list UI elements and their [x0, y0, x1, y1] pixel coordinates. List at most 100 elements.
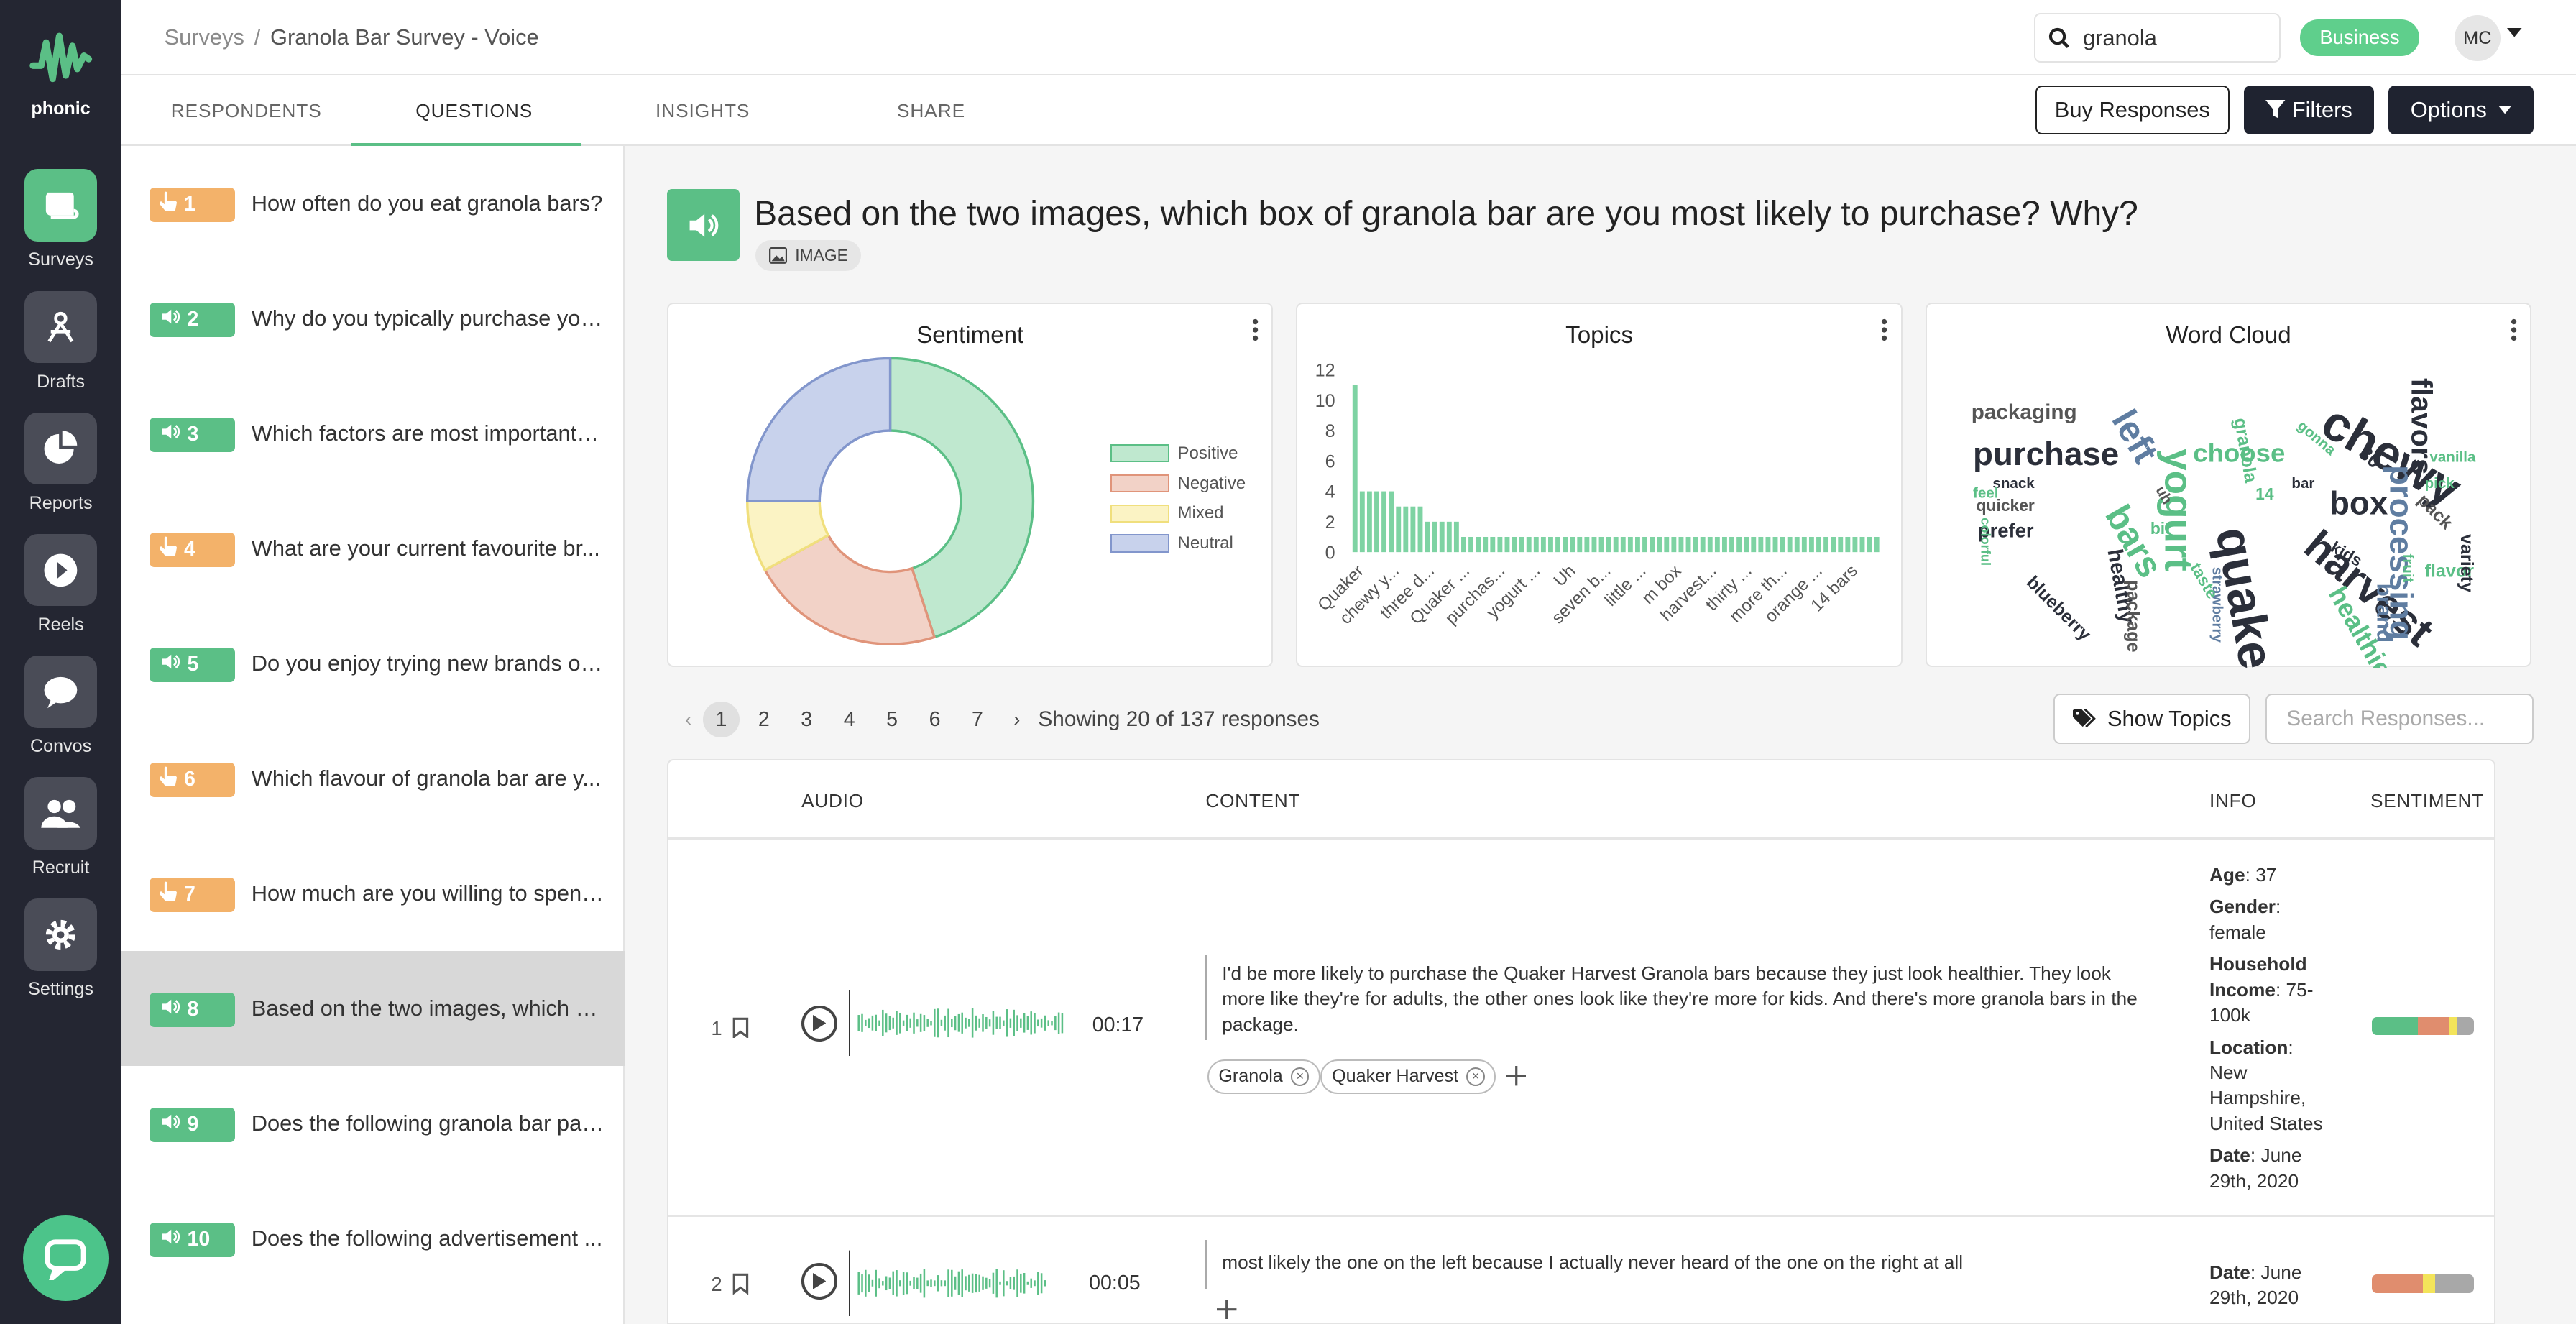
add-tag-icon[interactable] — [1506, 1066, 1527, 1086]
topic-bar[interactable] — [1751, 536, 1757, 552]
topic-bar[interactable] — [1497, 536, 1503, 552]
topic-bar[interactable] — [1563, 536, 1568, 552]
topic-bar[interactable] — [1788, 536, 1793, 552]
topic-bar[interactable] — [1541, 536, 1547, 552]
nav-convos[interactable]: Convos — [0, 655, 121, 757]
page-number-6[interactable]: 6 — [916, 702, 952, 737]
topic-bar[interactable] — [1852, 536, 1858, 552]
topic-bar[interactable] — [1671, 536, 1677, 552]
breadcrumb-surveys-link[interactable]: Surveys — [165, 24, 244, 50]
topic-bar[interactable] — [1715, 536, 1721, 552]
remove-tag-icon[interactable]: × — [1291, 1067, 1310, 1086]
word-cloud-word[interactable]: colorful — [1978, 518, 1993, 566]
add-tag-icon[interactable] — [1217, 1299, 1237, 1320]
word-cloud-word[interactable]: brand — [2372, 583, 2396, 643]
word-cloud-word[interactable]: pick — [2424, 475, 2455, 492]
topic-bar[interactable] — [1831, 536, 1836, 552]
topic-bar[interactable] — [1519, 536, 1524, 552]
topic-bar[interactable] — [1468, 536, 1474, 552]
topic-bar[interactable] — [1621, 536, 1627, 552]
tab-respondents[interactable]: RESPONDENTS — [171, 100, 322, 122]
page-number-3[interactable]: 3 — [788, 702, 824, 737]
topic-bar[interactable] — [1795, 536, 1800, 552]
topic-bar[interactable] — [1548, 536, 1554, 552]
question-list-item[interactable]: 7 How much are you willing to spend... — [121, 836, 624, 951]
topic-bar[interactable] — [1577, 536, 1583, 552]
buy-responses-button[interactable]: Buy Responses — [2035, 85, 2230, 135]
question-list-item[interactable]: 2 Why do you typically purchase you... — [121, 261, 624, 376]
topic-bar[interactable] — [1642, 536, 1648, 552]
page-number-2[interactable]: 2 — [746, 702, 782, 737]
remove-tag-icon[interactable]: × — [1466, 1067, 1485, 1086]
topic-bar[interactable] — [1447, 521, 1453, 552]
logo[interactable]: phonic — [0, 29, 121, 119]
topic-bar[interactable] — [1504, 536, 1510, 552]
caret-down-icon[interactable] — [2506, 27, 2522, 38]
topic-bar[interactable] — [1440, 521, 1445, 552]
word-cloud-word[interactable]: blueberry — [2023, 572, 2095, 645]
topic-bar[interactable] — [1802, 536, 1808, 552]
topic-bar[interactable] — [1758, 536, 1764, 552]
topic-bar[interactable] — [1417, 506, 1423, 552]
question-list-item[interactable]: 8 Based on the two images, which b... — [121, 951, 625, 1067]
topic-bar[interactable] — [1367, 491, 1373, 552]
question-list-item[interactable]: 10 Does the following advertisement ... — [121, 1181, 624, 1296]
word-cloud-word[interactable]: fruit — [2400, 553, 2416, 582]
topic-bar[interactable] — [1859, 536, 1865, 552]
play-button[interactable] — [801, 1263, 838, 1300]
word-cloud-word[interactable]: bar — [2291, 475, 2314, 492]
topic-bar[interactable] — [1614, 536, 1619, 552]
nav-settings[interactable]: Settings — [0, 898, 121, 1000]
legend-item[interactable]: Neutral — [1110, 533, 1246, 553]
topic-bar[interactable] — [1657, 536, 1662, 552]
topic-bar[interactable] — [1650, 536, 1655, 552]
topic-bar[interactable] — [1772, 536, 1778, 552]
topic-bar[interactable] — [1685, 536, 1691, 552]
topic-bar[interactable] — [1461, 536, 1467, 552]
audio-waveform[interactable] — [849, 987, 1072, 1059]
question-list-item[interactable]: 3 Which factors are most important t... — [121, 376, 624, 491]
tab-questions[interactable]: QUESTIONS — [415, 100, 533, 122]
word-cloud-word[interactable]: 14 — [2255, 484, 2274, 503]
page-number-4[interactable]: 4 — [832, 702, 868, 737]
question-list-item[interactable]: 5 Do you enjoy trying new brands or ... — [121, 606, 624, 721]
col-header-sentiment[interactable]: SENTIMENT — [2370, 790, 2484, 812]
topic-bar[interactable] — [1701, 536, 1706, 552]
word-cloud-word[interactable]: variety — [2457, 534, 2477, 592]
topic-bar[interactable] — [1867, 536, 1872, 552]
topic-bar[interactable] — [1360, 491, 1366, 552]
topic-bar[interactable] — [1598, 536, 1604, 552]
topic-bar[interactable] — [1527, 536, 1532, 552]
topic-bar[interactable] — [1512, 536, 1517, 552]
bookmark-icon[interactable] — [732, 1017, 749, 1039]
topic-bar[interactable] — [1628, 536, 1634, 552]
pie-slice-neutral[interactable] — [745, 357, 892, 502]
topic-bar[interactable] — [1396, 506, 1402, 552]
topic-bar[interactable] — [1744, 536, 1749, 552]
topic-bar[interactable] — [1534, 536, 1540, 552]
topic-tag[interactable]: Granola × — [1207, 1059, 1321, 1094]
nav-drafts[interactable]: Drafts — [0, 290, 121, 392]
support-chat-button[interactable] — [22, 1215, 109, 1302]
topic-bar[interactable] — [1838, 536, 1844, 552]
page-number-1[interactable]: 1 — [703, 701, 740, 738]
topic-bar[interactable] — [1591, 536, 1597, 552]
col-header-content[interactable]: CONTENT — [1205, 790, 1300, 812]
tab-share[interactable]: SHARE — [897, 100, 965, 122]
word-cloud-word[interactable]: bit — [2150, 519, 2171, 538]
topic-bar[interactable] — [1708, 536, 1714, 552]
topic-bar[interactable] — [1490, 536, 1496, 552]
avatar[interactable]: MC — [2454, 14, 2501, 61]
topic-bar[interactable] — [1389, 491, 1394, 552]
audio-waveform[interactable] — [849, 1247, 1072, 1320]
global-search-input[interactable]: granola — [2033, 13, 2281, 63]
topic-bar[interactable] — [1664, 536, 1670, 552]
topic-bar[interactable] — [1765, 536, 1771, 552]
play-button[interactable] — [801, 1005, 838, 1042]
question-list-item[interactable]: 6 Which flavour of granola bar are y... — [121, 721, 624, 836]
topic-bar[interactable] — [1353, 385, 1358, 552]
word-cloud-word[interactable]: package — [2123, 580, 2143, 653]
topic-bar[interactable] — [1454, 521, 1460, 552]
topic-bar[interactable] — [1606, 536, 1611, 552]
nav-recruit[interactable]: Recruit — [0, 777, 121, 878]
